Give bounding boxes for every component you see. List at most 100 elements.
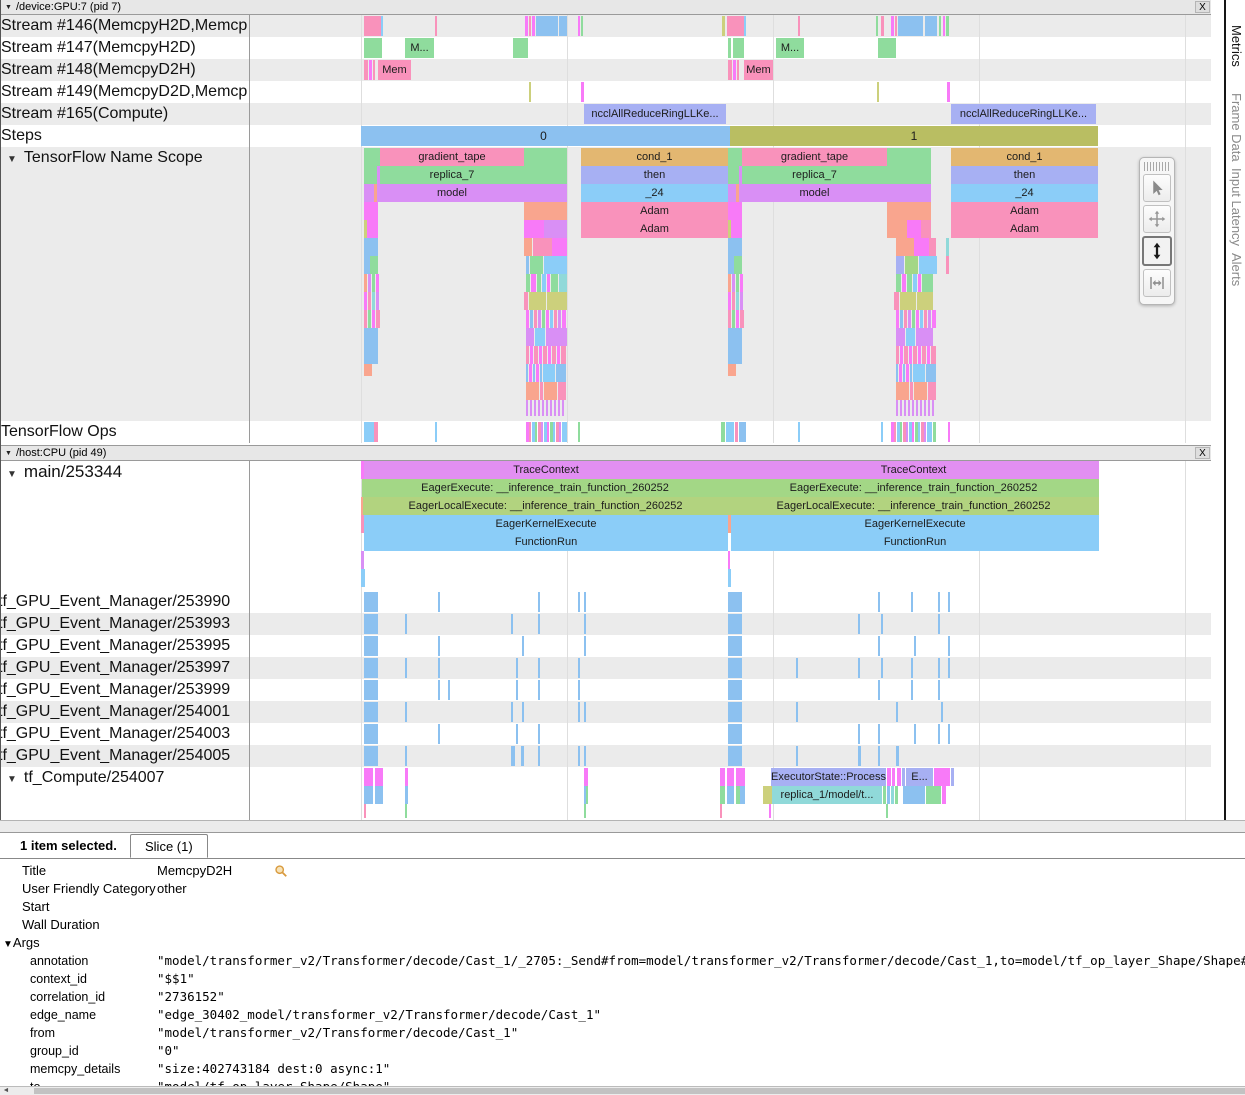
trace-slice-eagerexecute-inference-train-function-26[interactable]: EagerExecute: __inference_train_function… [362, 479, 728, 497]
trace-slice[interactable] [364, 346, 378, 364]
trace-slice[interactable] [532, 16, 535, 36]
trace-slice[interactable] [546, 400, 548, 416]
trace-slice[interactable] [951, 768, 954, 786]
lane-label-main-253344[interactable]: ▼main/253344 [1, 461, 247, 486]
trace-slice[interactable] [534, 346, 538, 364]
trace-slice[interactable] [942, 786, 946, 804]
trace-slice[interactable] [511, 614, 513, 634]
trace-slice[interactable] [376, 310, 380, 328]
trace-slice[interactable] [546, 310, 549, 328]
trace-slice[interactable] [727, 786, 734, 804]
trace-slice[interactable] [364, 364, 372, 376]
trace-slice-then[interactable]: then [581, 166, 728, 184]
trace-slice[interactable] [547, 422, 549, 442]
trace-slice[interactable] [895, 786, 898, 804]
trace-slice[interactable] [728, 702, 742, 722]
trace-slice[interactable] [539, 346, 542, 364]
trace-slice[interactable] [364, 60, 368, 80]
pan-tool-button[interactable] [1143, 205, 1171, 233]
trace-slice[interactable] [524, 148, 567, 166]
trace-slice[interactable] [728, 38, 731, 58]
trace-slice[interactable] [740, 786, 745, 804]
trace-slice[interactable] [533, 238, 552, 256]
trace-slice[interactable] [578, 592, 580, 612]
trace-slice[interactable] [912, 422, 914, 442]
trace-slice[interactable] [920, 400, 922, 416]
trace-slice[interactable] [543, 346, 547, 364]
trace-slice[interactable] [364, 702, 378, 722]
trace-slice[interactable] [584, 614, 586, 634]
trace-slice[interactable] [720, 786, 725, 804]
trace-slice-tracecontext[interactable]: TraceContext [364, 461, 728, 479]
trace-slice[interactable] [438, 724, 440, 744]
trace-slice[interactable] [899, 364, 902, 382]
trace-slice[interactable] [904, 400, 906, 416]
trace-slice[interactable] [918, 346, 921, 364]
trace-slice[interactable] [364, 184, 374, 202]
trace-slice[interactable] [906, 364, 909, 382]
trace-slice[interactable] [370, 256, 378, 274]
trace-slice[interactable] [554, 310, 557, 328]
trace-slice[interactable] [927, 346, 930, 364]
collapse-caret-icon[interactable]: ▼ [5, 450, 12, 457]
trace-slice[interactable] [881, 422, 883, 442]
trace-slice[interactable] [584, 804, 586, 818]
trace-slice[interactable] [938, 658, 940, 678]
trace-slice[interactable] [368, 274, 371, 292]
tab-frame-data[interactable]: Frame Data [1229, 93, 1244, 162]
trace-slice[interactable] [546, 328, 567, 346]
trace-slice[interactable] [720, 804, 722, 818]
trace-slice[interactable] [552, 346, 556, 364]
trace-slice[interactable] [438, 680, 440, 700]
trace-slice[interactable] [798, 16, 800, 36]
trace-slice[interactable] [534, 400, 536, 416]
trace-slice[interactable] [941, 702, 943, 722]
trace-slice[interactable] [405, 804, 407, 818]
trace-slice[interactable] [552, 238, 567, 256]
trace-slice[interactable] [405, 658, 407, 678]
trace-slice[interactable] [896, 702, 898, 722]
trace-slice[interactable] [948, 724, 950, 744]
trace-slice[interactable] [948, 592, 950, 612]
trace-slice[interactable] [907, 274, 912, 292]
trace-slice[interactable] [896, 238, 914, 256]
trace-slice[interactable] [364, 328, 378, 346]
trace-slice[interactable] [896, 382, 909, 400]
trace-slice[interactable] [556, 364, 566, 382]
trace-slice[interactable] [513, 38, 528, 58]
trace-slice[interactable] [924, 422, 926, 442]
trace-slice[interactable] [887, 220, 907, 238]
trace-slice[interactable] [364, 614, 378, 634]
trace-slice[interactable] [581, 16, 583, 36]
trace-slice[interactable] [727, 16, 744, 36]
selection-tool-button[interactable] [1143, 174, 1171, 202]
trace-slice[interactable] [887, 148, 931, 166]
trace-slice[interactable] [728, 724, 742, 744]
trace-slice[interactable] [405, 614, 407, 634]
trace-slice[interactable] [932, 310, 936, 328]
palette-drag-handle[interactable] [1144, 162, 1170, 171]
trace-slice[interactable] [547, 292, 567, 310]
trace-slice[interactable] [550, 310, 553, 328]
trace-slice[interactable] [798, 422, 800, 442]
trace-slice[interactable] [544, 382, 557, 400]
trace-slice[interactable] [926, 364, 936, 382]
trace-slice[interactable] [878, 746, 880, 766]
trace-slice[interactable] [736, 768, 745, 786]
trace-slice[interactable] [733, 38, 744, 58]
trace-slice[interactable] [916, 328, 933, 346]
trace-slice[interactable] [898, 16, 923, 36]
trace-slice[interactable] [521, 746, 524, 766]
trace-slice[interactable] [376, 292, 379, 310]
trace-slice[interactable] [558, 382, 566, 400]
trace-slice-eagerexecute-inference-train-function-26[interactable]: EagerExecute: __inference_train_function… [728, 479, 1099, 497]
scrollbar-thumb[interactable] [34, 1088, 1245, 1094]
trace-slice[interactable] [735, 422, 738, 442]
trace-slice[interactable] [373, 60, 375, 80]
trace-slice[interactable] [896, 328, 905, 346]
trace-slice-adam[interactable]: Adam [951, 220, 1098, 238]
trace-slice[interactable] [922, 274, 933, 292]
trace-slice[interactable] [910, 364, 912, 382]
trace-slice[interactable] [909, 346, 912, 364]
trace-slice[interactable] [720, 768, 725, 786]
